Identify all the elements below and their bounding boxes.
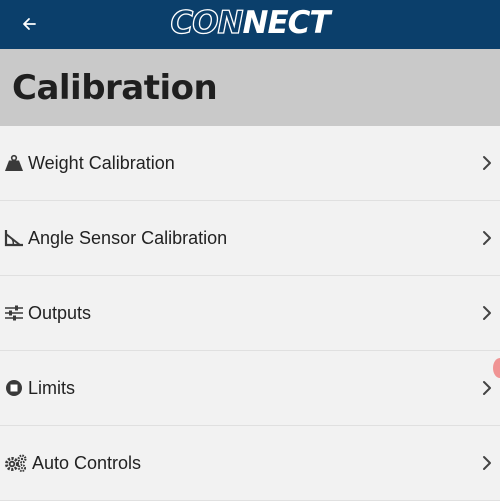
menu-item-label: Weight Calibration (28, 153, 175, 173)
chevron-right-icon (480, 453, 494, 473)
menu-item-auto-controls[interactable]: Auto Controls (0, 426, 500, 501)
touch-indicator (493, 358, 500, 378)
weight-icon (4, 153, 24, 173)
menu-item-label: Angle Sensor Calibration (28, 228, 228, 248)
stop-circle-icon (4, 378, 24, 398)
menu-item-label: Outputs (28, 303, 92, 323)
calibration-menu: Weight Calibration Angle Sensor Calibrat… (0, 126, 500, 501)
chevron-right-icon (480, 303, 494, 323)
sliders-icon (4, 303, 24, 323)
menu-item-angle-sensor-calibration[interactable]: Angle Sensor Calibration (0, 201, 500, 276)
page-header: Calibration (0, 49, 500, 126)
menu-item-outputs[interactable]: Outputs (0, 276, 500, 351)
app-bar: CONNECT (0, 0, 500, 49)
page-title: Calibration (12, 68, 218, 108)
app-logo: CONNECT (0, 3, 500, 43)
menu-item-label: Limits (28, 378, 76, 398)
logo-part-con: CON (170, 4, 244, 41)
chevron-right-icon (480, 378, 494, 398)
menu-item-limits[interactable]: Limits (0, 351, 500, 426)
menu-item-label: Auto Controls (32, 453, 142, 473)
chevron-right-icon (480, 228, 494, 248)
menu-item-weight-calibration[interactable]: Weight Calibration (0, 126, 500, 201)
gears-icon (4, 453, 28, 473)
logo-part-nect: NECT (242, 5, 331, 41)
chevron-right-icon (480, 153, 494, 173)
angle-icon (4, 228, 24, 248)
